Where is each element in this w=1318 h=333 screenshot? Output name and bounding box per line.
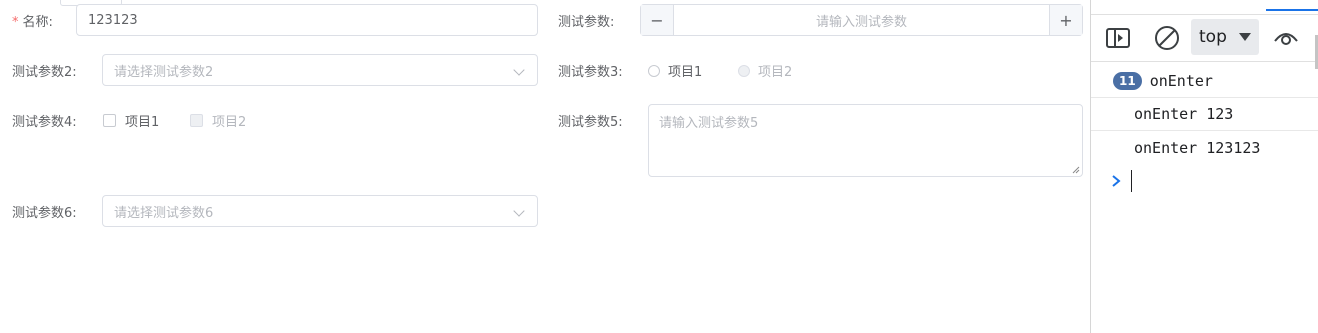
caret-down-icon: [1239, 33, 1251, 41]
context-value: top: [1199, 27, 1227, 47]
chevron-right-icon: [1112, 175, 1121, 187]
name-input-value: 123123: [88, 12, 138, 28]
param5-placeholder: 请输入测试参数5: [659, 116, 759, 131]
param6-placeholder: 请选择测试参数6: [114, 205, 214, 221]
param1-number-input: − 请输入测试参数 +: [640, 4, 1083, 36]
param4-checkbox-2[interactable]: 项目2: [190, 111, 246, 130]
eye-icon[interactable]: [1271, 25, 1301, 51]
param5-label: 测试参数5:: [558, 115, 623, 130]
repeat-count-badge: 11: [1113, 71, 1142, 90]
param4-checkbox-1[interactable]: 项目1: [103, 111, 159, 130]
param4-label: 测试参数4:: [12, 115, 77, 130]
log-row: 11 onEnter: [1091, 64, 1318, 98]
console-prompt[interactable]: [1111, 170, 1132, 192]
devtools-console: top 11 onEnter onEnter 123 onEnter 12312…: [1091, 0, 1318, 333]
param2-select[interactable]: 请选择测试参数2: [102, 54, 538, 86]
checkbox-label: 项目2: [212, 115, 247, 130]
radio-label: 项目2: [758, 65, 793, 80]
required-mark: *: [12, 15, 19, 30]
chevron-down-icon: [513, 205, 525, 217]
name-label: * 名称:: [12, 11, 53, 30]
radio-circle-icon: [738, 64, 750, 77]
log-text: onEnter: [1149, 71, 1213, 90]
resize-grip-icon[interactable]: [1072, 166, 1080, 174]
name-label-text: 名称:: [22, 15, 53, 30]
text-caret: [1131, 170, 1132, 192]
param2-label: 测试参数2:: [12, 65, 77, 80]
context-selector[interactable]: top: [1191, 19, 1259, 55]
radio-label: 项目1: [668, 65, 703, 80]
form-panel: * 名称: 123123 测试参数: − 请输入测试参数 + 测试参数2: 请选择…: [0, 0, 1090, 333]
log-row: onEnter 123123: [1091, 131, 1318, 165]
param1-input[interactable]: 请输入测试参数: [674, 5, 1049, 35]
param3-radio-1[interactable]: 项目1: [648, 61, 702, 80]
param2-placeholder: 请选择测试参数2: [114, 64, 214, 80]
radio-circle-icon: [648, 64, 660, 77]
checkbox-icon: [190, 114, 203, 127]
checkbox-label: 项目1: [125, 115, 160, 130]
param1-label: 测试参数:: [558, 15, 615, 30]
log-text: onEnter 123123: [1134, 139, 1261, 157]
param1-placeholder: 请输入测试参数: [815, 14, 907, 30]
param5-textarea[interactable]: 请输入测试参数5: [648, 104, 1083, 177]
log-row: onEnter 123: [1091, 98, 1318, 131]
name-input[interactable]: 123123: [76, 4, 538, 36]
active-tab-indicator: [1266, 9, 1318, 11]
decrease-button[interactable]: −: [641, 5, 674, 35]
param6-select[interactable]: 请选择测试参数6: [102, 195, 538, 227]
clear-console-icon[interactable]: [1153, 24, 1181, 52]
console-toolbar: top: [1091, 14, 1318, 69]
param6-label: 测试参数6:: [12, 206, 77, 221]
param3-label: 测试参数3:: [558, 65, 623, 80]
increase-button[interactable]: +: [1049, 5, 1082, 35]
chevron-down-icon: [513, 64, 525, 76]
log-text: onEnter 123: [1134, 105, 1234, 123]
param3-radio-2[interactable]: 项目2: [738, 61, 792, 80]
sidebar-toggle-icon[interactable]: [1105, 25, 1131, 51]
checkbox-icon: [103, 114, 116, 127]
